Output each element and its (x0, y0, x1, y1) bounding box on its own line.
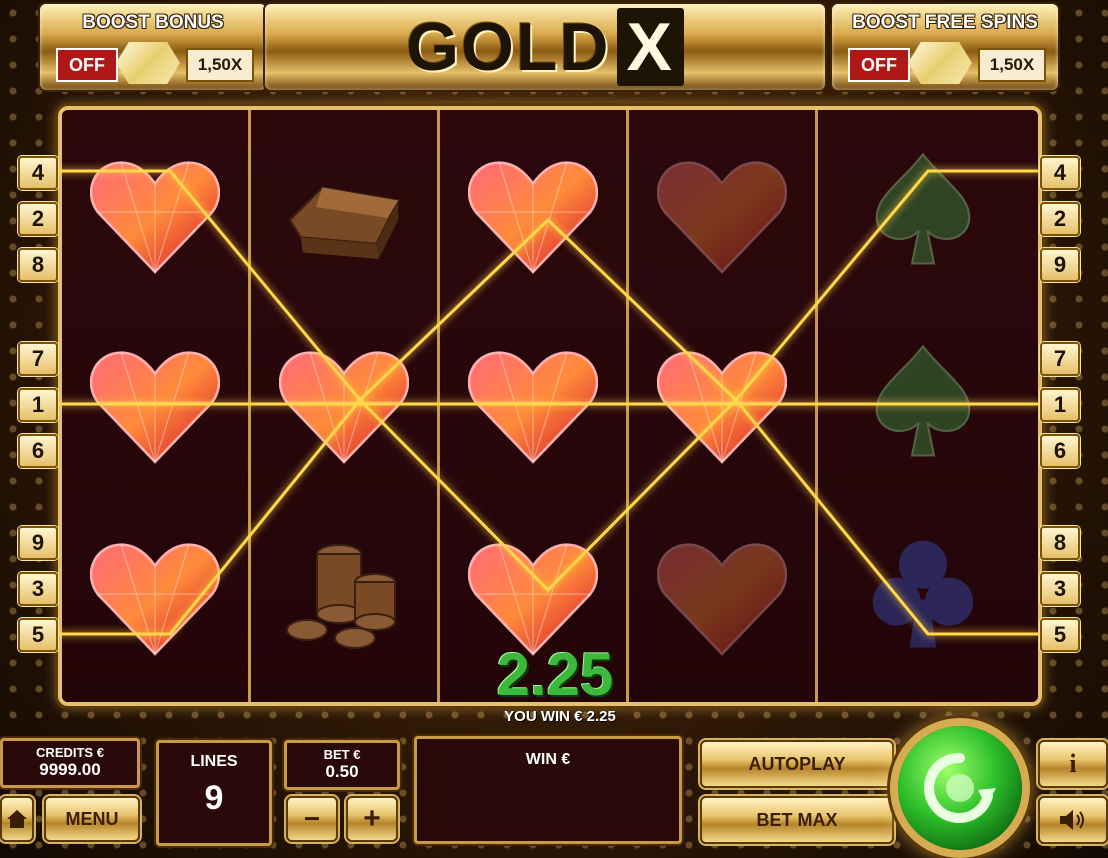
you-win-message: YOU WIN € 2.25 (504, 708, 616, 725)
heart-symbol (468, 538, 598, 658)
line-number: 7 (18, 342, 58, 376)
spin-arrow-icon (924, 752, 996, 823)
lines-panel: LINES 9 (156, 740, 272, 846)
line-number: 5 (1040, 618, 1080, 652)
line-number: 4 (1040, 156, 1080, 190)
line-number: 6 (1040, 434, 1080, 468)
line-number: 6 (18, 434, 58, 468)
reel-5 (818, 110, 1038, 702)
heart-symbol (90, 156, 220, 276)
logo-x: X (616, 8, 684, 86)
reel-3 (440, 110, 629, 702)
line-number: 1 (1040, 388, 1080, 422)
credits-label: CREDITS € (36, 745, 104, 760)
gold-bar-icon (279, 160, 409, 280)
home-icon (7, 810, 27, 828)
boost-bonus-title: BOOST BONUS (82, 12, 224, 33)
bet-max-button[interactable]: BET MAX (700, 796, 894, 844)
bet-panel: BET € 0.50 (284, 740, 400, 790)
home-button[interactable] (0, 796, 34, 842)
reel-4 (629, 110, 818, 702)
heart-symbol (279, 346, 409, 466)
line-number: 3 (1040, 572, 1080, 606)
speaker-icon (1060, 810, 1084, 830)
autoplay-button[interactable]: AUTOPLAY (700, 740, 894, 788)
spade-icon (858, 342, 988, 462)
line-number: 8 (1040, 526, 1080, 560)
line-number: 2 (18, 202, 58, 236)
credits-panel: CREDITS € 9999.00 (0, 738, 140, 788)
line-number: 8 (18, 248, 58, 282)
heart-symbol (657, 156, 787, 276)
heart-symbol (657, 346, 787, 466)
gold-gem-icon (908, 42, 972, 84)
credits-value: 9999.00 (39, 760, 101, 779)
bet-increase-button[interactable]: + (346, 796, 398, 842)
line-number: 7 (1040, 342, 1080, 376)
spin-button[interactable] (898, 726, 1022, 850)
reel-1 (62, 110, 251, 702)
sound-button[interactable] (1038, 796, 1108, 844)
win-panel: WIN € (414, 736, 682, 844)
line-number: 1 (18, 388, 58, 422)
line-number: 9 (1040, 248, 1080, 282)
line-number: 9 (18, 526, 58, 560)
win-amount: 2.25 (496, 641, 614, 708)
spade-icon (858, 150, 988, 270)
coins-icon (279, 534, 409, 654)
game-logo: GOLD X (265, 4, 825, 90)
bet-value: 0.50 (325, 762, 359, 781)
boost-bonus-toggle[interactable]: OFF (56, 48, 118, 82)
heart-symbol (657, 538, 787, 658)
boost-bonus-multiplier: 1,50X (186, 48, 254, 82)
bet-decrease-button[interactable]: − (286, 796, 338, 842)
win-label: WIN € (525, 751, 571, 768)
win-amount-overlay: 2.25 (455, 645, 655, 705)
heart-symbol (468, 346, 598, 466)
reel-2 (251, 110, 440, 702)
boost-free-spins-panel: BOOST FREE SPINS OFF 1,50X (832, 4, 1058, 90)
reel-area (58, 106, 1042, 706)
bet-label: BET € (323, 747, 361, 762)
menu-button[interactable]: MENU (44, 796, 140, 842)
lines-label: LINES (190, 753, 238, 770)
logo-text: GOLD (406, 9, 611, 85)
lines-value: 9 (204, 779, 224, 817)
gold-gem-icon (116, 42, 180, 84)
line-number: 2 (1040, 202, 1080, 236)
line-number: 5 (18, 618, 58, 652)
heart-symbol (468, 156, 598, 276)
boost-free-spins-multiplier: 1,50X (978, 48, 1046, 82)
boost-free-spins-toggle[interactable]: OFF (848, 48, 910, 82)
boost-free-spins-title: BOOST FREE SPINS (852, 12, 1038, 33)
club-icon (858, 534, 988, 654)
line-number: 4 (18, 156, 58, 190)
info-button[interactable]: i (1038, 740, 1108, 788)
heart-symbol (90, 346, 220, 466)
boost-bonus-panel: BOOST BONUS OFF 1,50X (40, 4, 266, 90)
line-number: 3 (18, 572, 58, 606)
heart-symbol (90, 538, 220, 658)
